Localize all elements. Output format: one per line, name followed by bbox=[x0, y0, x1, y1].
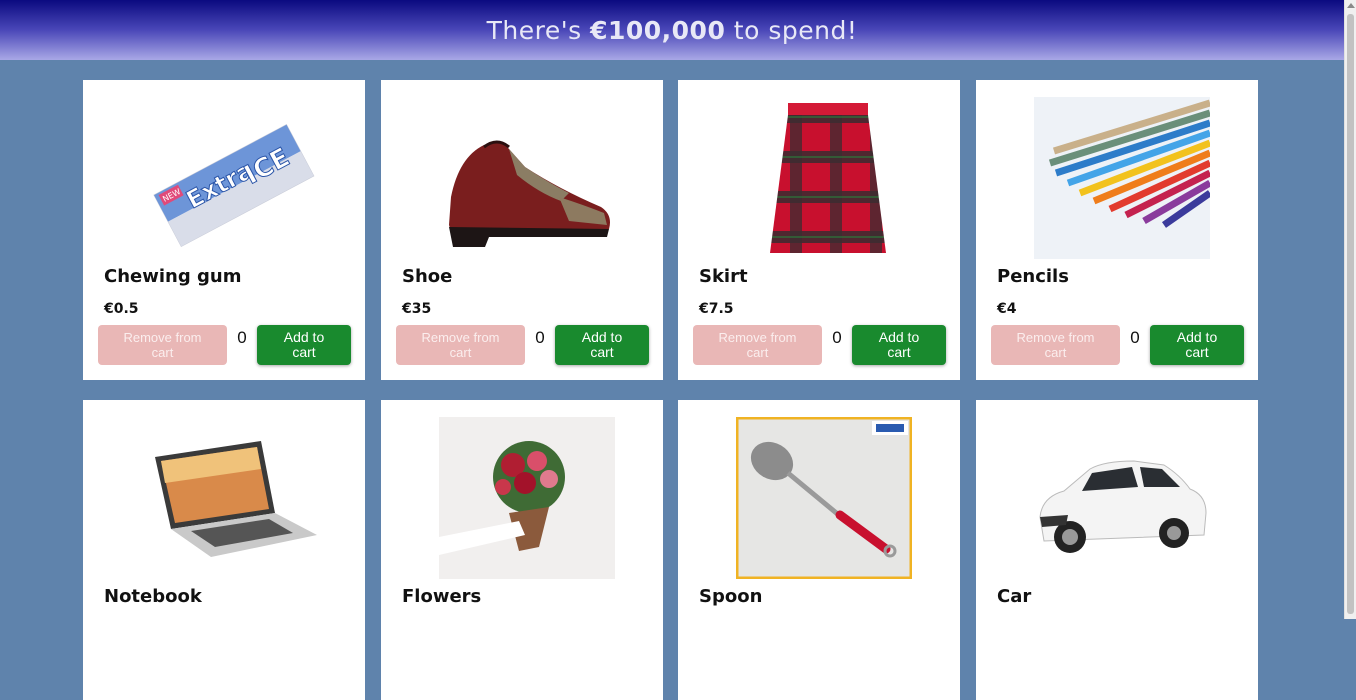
remove-from-cart-button[interactable]: Remove from cart bbox=[396, 325, 525, 365]
cart-quantity: 0 bbox=[832, 328, 842, 347]
skirt-image bbox=[770, 103, 886, 253]
budget-suffix: to spend! bbox=[725, 16, 858, 45]
product-name: Pencils bbox=[997, 266, 1069, 287]
budget-banner: There's €100,000 to spend! bbox=[0, 0, 1344, 60]
product-card-chewing-gum: Extra ICE NEW Chewing gum €0.5 Remove fr… bbox=[83, 80, 365, 380]
page-scrollbar[interactable] bbox=[1344, 0, 1356, 619]
product-card-notebook: Notebook bbox=[83, 400, 365, 700]
product-name: Flowers bbox=[402, 586, 482, 607]
cart-quantity: 0 bbox=[535, 328, 545, 347]
add-to-cart-button[interactable]: Add to cart bbox=[555, 325, 649, 365]
product-card-skirt: Skirt €7.5 Remove from cart 0 Add to car… bbox=[678, 80, 960, 380]
scroll-up-arrow-icon[interactable] bbox=[1347, 3, 1355, 8]
product-price: €35 bbox=[402, 301, 432, 317]
remove-from-cart-button[interactable]: Remove from cart bbox=[693, 325, 822, 365]
product-card-car: Car bbox=[976, 400, 1258, 700]
product-name: Car bbox=[997, 586, 1032, 607]
add-to-cart-button[interactable]: Add to cart bbox=[257, 325, 351, 365]
product-card-pencils: Pencils €4 Remove from cart 0 Add to car… bbox=[976, 80, 1258, 380]
pencils-image bbox=[1034, 97, 1210, 259]
product-card-spoon: Spoon bbox=[678, 400, 960, 700]
add-to-cart-button[interactable]: Add to cart bbox=[852, 325, 946, 365]
product-name: Shoe bbox=[402, 266, 453, 287]
scrollbar-thumb[interactable] bbox=[1347, 14, 1354, 614]
add-to-cart-button[interactable]: Add to cart bbox=[1150, 325, 1244, 365]
cart-quantity: 0 bbox=[237, 328, 247, 347]
product-price: €7.5 bbox=[699, 301, 734, 317]
spoon-image bbox=[736, 417, 912, 579]
product-name: Spoon bbox=[699, 586, 763, 607]
cart-quantity: 0 bbox=[1130, 328, 1140, 347]
product-card-shoe: Shoe €35 Remove from cart 0 Add to cart bbox=[381, 80, 663, 380]
flowers-image bbox=[439, 417, 615, 579]
budget-prefix: There's bbox=[486, 16, 591, 45]
car-image bbox=[1039, 460, 1207, 553]
remove-from-cart-button[interactable]: Remove from cart bbox=[98, 325, 227, 365]
notebook-image bbox=[155, 441, 317, 557]
remove-from-cart-button[interactable]: Remove from cart bbox=[991, 325, 1120, 365]
budget-amount: €100,000 bbox=[590, 16, 726, 45]
product-price: €0.5 bbox=[104, 301, 139, 317]
product-name: Skirt bbox=[699, 266, 748, 287]
product-card-flowers: Flowers bbox=[381, 400, 663, 700]
chewing-gum-image: Extra ICE NEW bbox=[153, 124, 315, 248]
product-name: Notebook bbox=[104, 586, 202, 607]
product-name: Chewing gum bbox=[104, 266, 242, 287]
product-price: €4 bbox=[997, 301, 1017, 317]
shoe-image bbox=[449, 140, 610, 247]
